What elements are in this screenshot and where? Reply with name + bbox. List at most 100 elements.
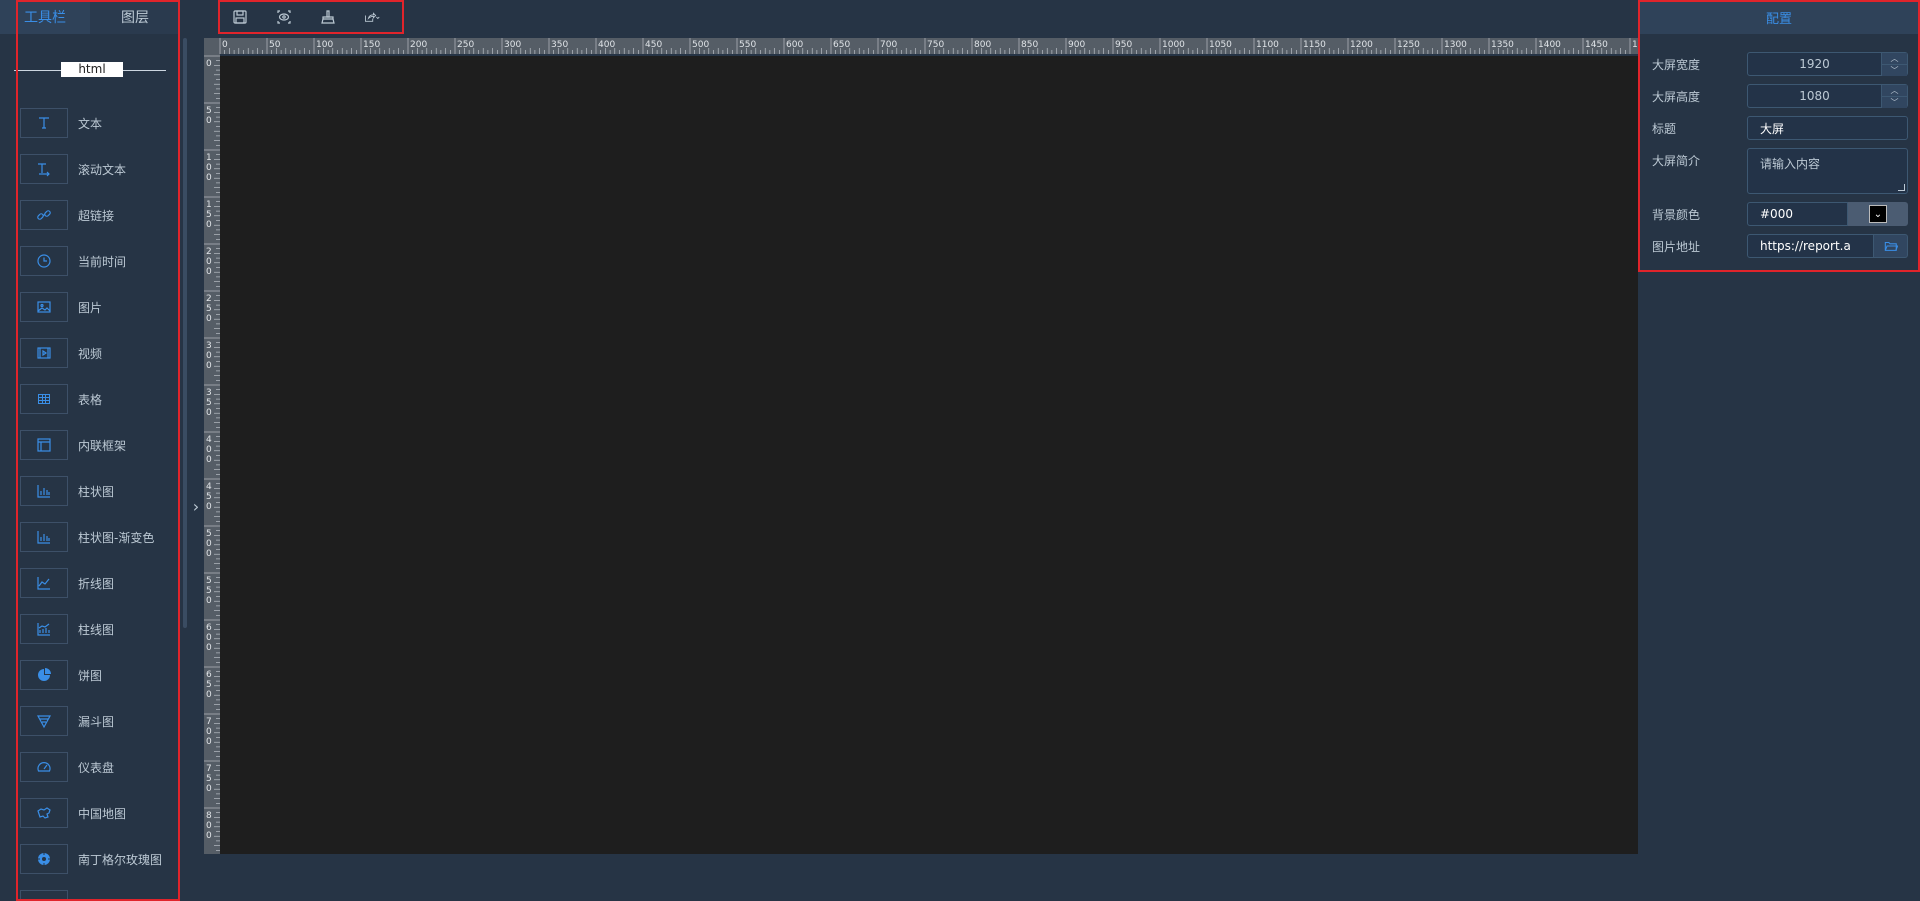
tab-layers[interactable]: 图层 [90,0,180,34]
tool-item[interactable]: 图片 [0,284,180,330]
export-icon[interactable] [350,0,394,34]
tab-toolbar[interactable]: 工具栏 [0,0,90,34]
ruler-label: 0 [206,539,212,549]
image-url-input[interactable]: https://report.a [1747,234,1874,258]
line-chart-icon [20,568,68,598]
chevron-up-icon[interactable]: ︿ [1882,53,1907,65]
preview-icon[interactable] [262,0,306,34]
ruler-label: 6 [206,670,212,680]
tool-item[interactable]: 超链接 [0,192,180,238]
tool-item-label: 当前时间 [78,254,127,269]
ruler-label: 3 [206,341,212,351]
ruler-label: 3 [206,388,212,398]
ruler-label: 1100 [1256,40,1279,50]
ruler-label: 650 [833,40,850,50]
table-icon [20,384,68,414]
tool-item[interactable]: 饼图 [0,652,180,698]
width-input[interactable]: 1920 ︿ ﹀ [1747,52,1908,76]
bg-color-field: #000 ⌄ [1747,202,1908,226]
chevron-down-icon[interactable]: ﹀ [1882,97,1907,108]
collapse-chevron-icon[interactable]: › [190,497,202,517]
tool-item[interactable]: 折线图 [0,560,180,606]
tool-item[interactable]: 滚动文本 [0,146,180,192]
chevron-down-icon[interactable]: ﹀ [1882,65,1907,76]
resize-grip-icon[interactable] [1898,184,1905,191]
tool-item[interactable]: 视频 [0,330,180,376]
clear-icon[interactable] [306,0,350,34]
ruler-label: 0 [206,643,212,653]
ruler-label: 6 [206,623,212,633]
ruler-label: 7 [206,764,212,774]
tool-item[interactable]: 漏斗图 [0,698,180,744]
ruler-label: 0 [206,408,212,418]
image-icon [20,292,68,322]
row-width: 大屏宽度 1920 ︿ ﹀ [1652,52,1908,76]
title-label: 标题 [1652,121,1677,136]
tool-item[interactable]: 百分比图 [0,882,180,901]
tool-item-label: 漏斗图 [78,714,115,729]
ruler-label: 5 [206,106,212,116]
link-icon [20,200,68,230]
ruler-vertical: 0501001502002503003504004505005506006507… [204,54,220,854]
row-bg-color: 背景颜色 #000 ⌄ [1652,202,1908,226]
ruler-label: 0 [206,445,212,455]
tool-item[interactable]: 柱线图 [0,606,180,652]
iframe-icon [20,430,68,460]
desc-placeholder: 请输入内容 [1760,157,1821,171]
ruler-label: 600 [786,40,803,50]
ruler-label: 950 [1115,40,1132,50]
tool-item-label: 超链接 [78,208,115,223]
ruler-label: 0 [206,455,212,465]
tool-item[interactable]: 南丁格尔玫瑰图 [0,836,180,882]
config-title[interactable]: 配置 [1638,0,1920,34]
width-value: 1920 [1799,57,1830,71]
desc-textarea[interactable]: 请输入内容 [1747,148,1908,194]
row-image-url: 图片地址 https://report.a [1652,234,1908,258]
save-icon[interactable] [218,0,262,34]
width-label: 大屏宽度 [1652,57,1701,72]
chevron-up-icon[interactable]: ︿ [1882,85,1907,97]
tool-item[interactable]: 仪表盘 [0,744,180,790]
ruler-label: 0 [206,727,212,737]
top-toolbar [218,0,404,34]
ruler-label: 50 [269,40,281,50]
ruler-label: 700 [880,40,897,50]
ruler-label: 250 [457,40,474,50]
bar-chart-icon [20,476,68,506]
height-value: 1080 [1799,89,1830,103]
tool-item[interactable]: 当前时间 [0,238,180,284]
tool-item[interactable]: 中国地图 [0,790,180,836]
tool-item[interactable]: 柱状图 [0,468,180,514]
ruler-label: 4 [206,435,212,445]
ruler-label: 150 [363,40,380,50]
width-stepper[interactable]: ︿ ﹀ [1881,53,1907,76]
color-picker-button[interactable]: ⌄ [1848,202,1908,226]
folder-open-icon[interactable] [1874,234,1908,258]
ruler-label: 1450 [1585,40,1608,50]
left-scrollbar[interactable] [183,38,187,628]
bg-color-input[interactable]: #000 [1747,202,1848,226]
tool-item[interactable]: 文本 [0,100,180,146]
ruler-label: 5 [206,210,212,220]
title-input[interactable]: 大屏 [1747,116,1908,140]
tool-item[interactable]: 柱状图-渐变色 [0,514,180,560]
tool-item-label: 南丁格尔玫瑰图 [78,852,163,867]
ruler-label: 450 [645,40,662,50]
bar-gradient-icon [20,522,68,552]
percent-icon [20,890,68,901]
design-canvas[interactable] [220,56,1638,854]
ruler-label: 5 [206,680,212,690]
tool-item-label: 折线图 [78,576,115,591]
ruler-label: 2 [206,294,212,304]
row-height: 大屏高度 1080 ︿ ﹀ [1652,84,1908,108]
tool-item[interactable]: 表格 [0,376,180,422]
height-input[interactable]: 1080 ︿ ﹀ [1747,84,1908,108]
tool-item[interactable]: 内联框架 [0,422,180,468]
ruler-label: 900 [1068,40,1085,50]
row-title: 标题 大屏 [1652,116,1908,140]
ruler-label: 0 [206,361,212,371]
text-icon [20,108,68,138]
height-stepper[interactable]: ︿ ﹀ [1881,85,1907,108]
scroll-text-icon [20,154,68,184]
color-swatch-icon: ⌄ [1869,205,1887,223]
